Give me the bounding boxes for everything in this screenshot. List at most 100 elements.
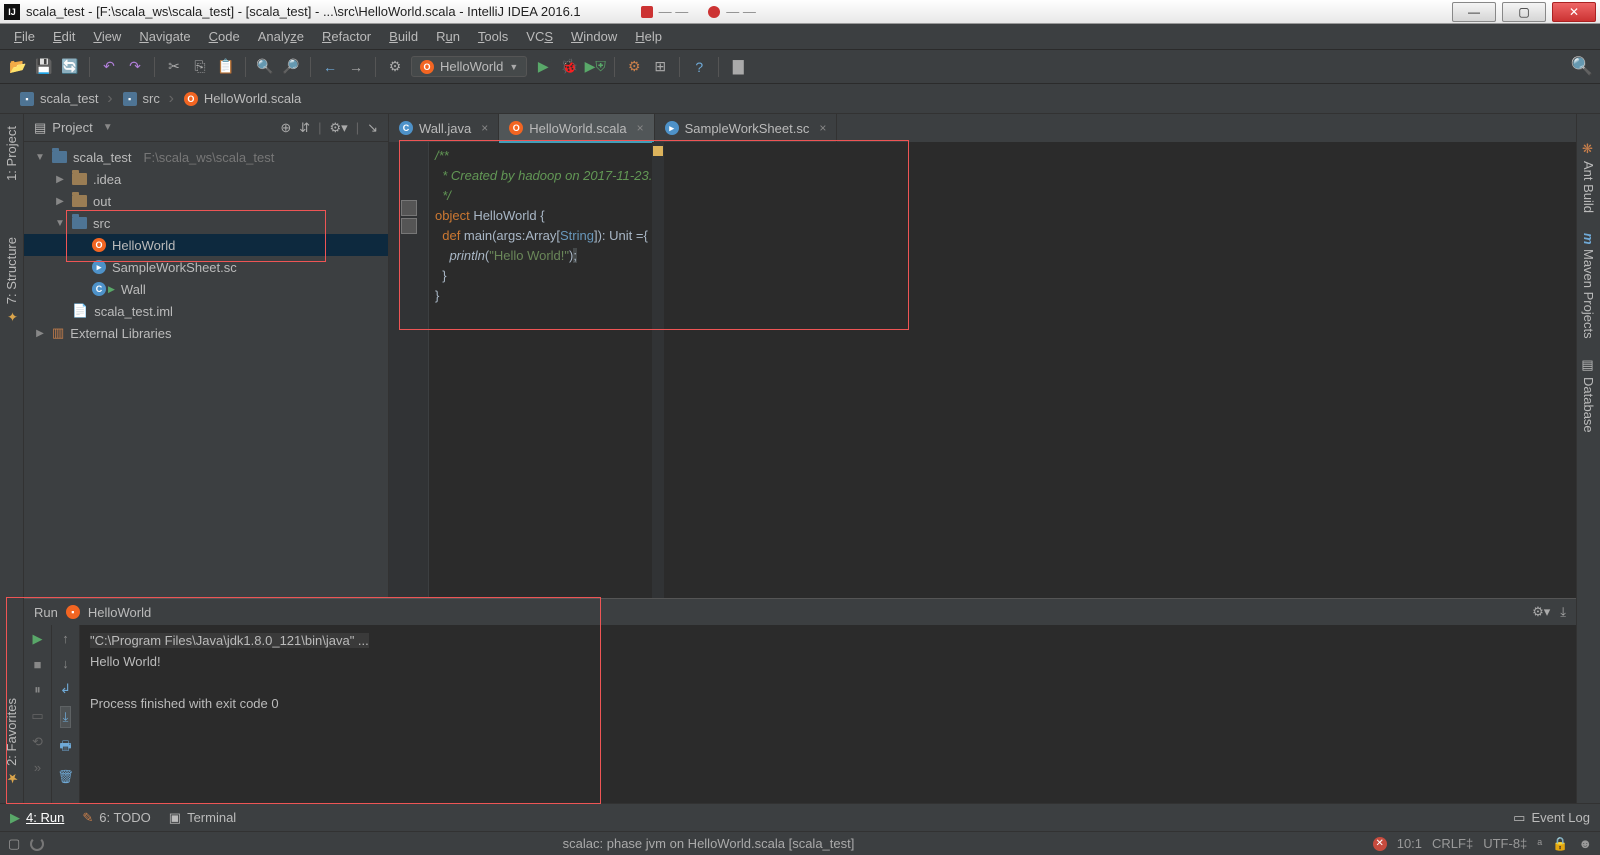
- editor-error-stripe[interactable]: [652, 142, 664, 598]
- breadcrumb-item[interactable]: OHelloWorld.scala: [174, 88, 311, 109]
- cut-icon[interactable]: ✂: [164, 57, 184, 77]
- help-icon[interactable]: ?: [689, 57, 709, 77]
- menu-edit[interactable]: Edit: [45, 26, 83, 47]
- search-everywhere-icon[interactable]: 🔍: [1572, 57, 1592, 77]
- ant-build-tab[interactable]: ❋Ant Build: [1579, 134, 1598, 221]
- code-editor[interactable]: /** * Created by hadoop on 2017-11-23. *…: [389, 142, 1576, 598]
- replace-icon[interactable]: 🔎: [281, 57, 301, 77]
- line-separator[interactable]: CRLF‡: [1432, 836, 1473, 851]
- close-tab-icon[interactable]: ×: [819, 121, 826, 135]
- up-icon[interactable]: ↑: [62, 631, 69, 646]
- hide-toolwindow-icon[interactable]: ⤓: [1560, 604, 1566, 620]
- tree-node[interactable]: OHelloWorld: [24, 234, 388, 256]
- chevron-down-icon[interactable]: ▼: [103, 122, 113, 133]
- menu-analyze[interactable]: Analyze: [250, 26, 312, 47]
- pause-icon[interactable]: ⏸: [34, 682, 41, 698]
- close-button[interactable]: ✕: [1552, 2, 1596, 22]
- stop-icon[interactable]: ⚙: [624, 57, 644, 77]
- insert-mode-indicator[interactable]: ᵃ: [1537, 836, 1542, 851]
- menu-navigate[interactable]: Navigate: [131, 26, 198, 47]
- gutter-run-icon[interactable]: [401, 200, 417, 216]
- save-icon[interactable]: 💾: [34, 57, 54, 77]
- stop-icon[interactable]: ■: [34, 657, 42, 672]
- close-tab-icon[interactable]: ×: [637, 121, 644, 135]
- settings-gear-icon[interactable]: ⚙▾: [330, 120, 348, 136]
- print-icon[interactable]: 🖶: [59, 737, 71, 759]
- toolwindows-quick-access-icon[interactable]: ▢: [8, 836, 20, 852]
- menu-file[interactable]: File: [6, 26, 43, 47]
- find-icon[interactable]: 🔍: [255, 57, 275, 77]
- back-icon[interactable]: ←: [320, 57, 340, 77]
- lock-icon[interactable]: 🔒: [1552, 836, 1568, 852]
- copy-icon[interactable]: ⎘: [190, 57, 210, 77]
- open-icon[interactable]: 📂: [8, 57, 28, 77]
- tree-node[interactable]: 📄scala_test.iml: [24, 300, 388, 322]
- forward-icon[interactable]: →: [346, 57, 366, 77]
- tree-node[interactable]: ▶.idea: [24, 168, 388, 190]
- down-icon[interactable]: ↓: [62, 656, 69, 671]
- tree-node[interactable]: C▶Wall: [24, 278, 388, 300]
- todo-toolwindow-button[interactable]: ✎6: TODO: [82, 810, 150, 826]
- sbt-icon[interactable]: ▇: [728, 57, 748, 77]
- run-console-output[interactable]: "C:\Program Files\Java\jdk1.8.0_121\bin\…: [80, 625, 1576, 803]
- rerun-icon[interactable]: ▶: [33, 631, 43, 647]
- menu-view[interactable]: View: [85, 26, 129, 47]
- editor-tab[interactable]: OHelloWorld.scala×: [499, 114, 654, 142]
- undo-icon[interactable]: ↶: [99, 57, 119, 77]
- tree-arrow-icon[interactable]: ▶: [34, 328, 46, 339]
- minimize-button[interactable]: —: [1452, 2, 1496, 22]
- collapse-all-icon[interactable]: ⇵: [299, 120, 310, 136]
- maven-projects-tab[interactable]: mMaven Projects: [1579, 225, 1598, 346]
- run-coverage-icon[interactable]: ▶⛨: [585, 57, 605, 77]
- tree-arrow-icon[interactable]: ▼: [54, 218, 66, 229]
- event-log-button[interactable]: ▭Event Log: [1513, 810, 1590, 826]
- sync-icon[interactable]: 🔄: [60, 57, 80, 77]
- scroll-to-end-icon[interactable]: ⤓: [61, 707, 71, 727]
- project-tree[interactable]: ▼scala_testF:\scala_ws\scala_test▶.idea▶…: [24, 142, 388, 598]
- menu-window[interactable]: Window: [563, 26, 625, 47]
- structure-toolwindow-tab[interactable]: ✦7: Structure: [2, 229, 21, 331]
- close-tab-icon[interactable]: ×: [481, 121, 488, 135]
- tree-arrow-icon[interactable]: ▶: [54, 196, 66, 207]
- caret-position[interactable]: 10:1: [1397, 836, 1422, 851]
- tree-node[interactable]: ▼src: [24, 212, 388, 234]
- menu-build[interactable]: Build: [381, 26, 426, 47]
- run-toolwindow-button[interactable]: ▶4: Run: [10, 810, 64, 826]
- breadcrumb-item[interactable]: ▪src: [113, 88, 170, 109]
- maximize-button[interactable]: ▢: [1502, 2, 1546, 22]
- tree-node[interactable]: ▼scala_testF:\scala_ws\scala_test: [24, 146, 388, 168]
- clear-all-icon[interactable]: 🗑: [57, 769, 74, 785]
- project-view-title[interactable]: Project: [52, 120, 92, 135]
- menu-tools[interactable]: Tools: [470, 26, 516, 47]
- tree-arrow-icon[interactable]: ▼: [34, 152, 46, 163]
- code-content[interactable]: /** * Created by hadoop on 2017-11-23. *…: [429, 142, 652, 598]
- menu-refactor[interactable]: Refactor: [314, 26, 379, 47]
- make-project-icon[interactable]: ⚙: [385, 57, 405, 77]
- editor-tab[interactable]: CWall.java×: [389, 114, 499, 142]
- file-encoding[interactable]: UTF-8‡: [1483, 836, 1527, 851]
- tree-node[interactable]: ▶out: [24, 190, 388, 212]
- hide-toolwindow-icon[interactable]: ↘: [367, 120, 378, 136]
- hector-icon[interactable]: ☻: [1578, 836, 1592, 851]
- menu-help[interactable]: Help: [627, 26, 670, 47]
- tree-node[interactable]: ▸SampleWorkSheet.sc: [24, 256, 388, 278]
- favorites-toolwindow-tab[interactable]: ★2: Favorites: [2, 690, 21, 793]
- paste-icon[interactable]: 📋: [216, 57, 236, 77]
- run-configuration-dropdown[interactable]: O HelloWorld ▼: [411, 56, 527, 77]
- dump-threads-icon[interactable]: ▭: [31, 708, 43, 724]
- run-icon[interactable]: ▶: [533, 57, 553, 77]
- editor-tab[interactable]: ▸SampleWorkSheet.sc×: [655, 114, 838, 142]
- terminal-toolwindow-button[interactable]: ▣Terminal: [169, 810, 236, 826]
- gutter-run-icon[interactable]: [401, 218, 417, 234]
- project-structure-icon[interactable]: ⊞: [650, 57, 670, 77]
- scroll-from-source-icon[interactable]: ⊕: [280, 120, 291, 136]
- redo-icon[interactable]: ↷: [125, 57, 145, 77]
- project-toolwindow-tab[interactable]: 1: Project: [2, 118, 21, 189]
- menu-vcs[interactable]: VCS: [518, 26, 561, 47]
- menu-run[interactable]: Run: [428, 26, 468, 47]
- breadcrumb-item[interactable]: ▪scala_test: [10, 88, 109, 109]
- settings-gear-icon[interactable]: ⚙▾: [1532, 604, 1550, 620]
- database-tab[interactable]: ▤Database: [1579, 350, 1598, 441]
- error-indicator-icon[interactable]: ✕: [1373, 837, 1387, 851]
- menu-code[interactable]: Code: [201, 26, 248, 47]
